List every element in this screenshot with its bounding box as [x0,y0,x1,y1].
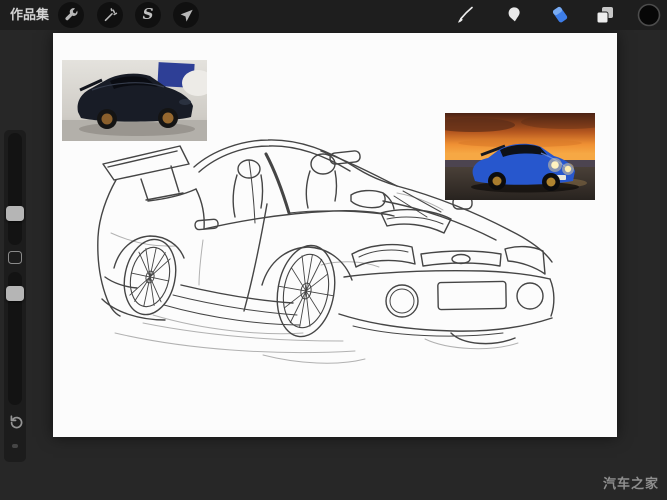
brush-size-slider[interactable] [8,133,22,245]
brush-tool-button[interactable] [453,3,477,27]
color-circle-icon [637,3,661,27]
eraser-tool-button[interactable] [548,3,572,27]
actions-button[interactable] [58,2,84,28]
top-toolbar: 作品集 S [0,0,667,30]
drawing-canvas[interactable] [53,33,617,437]
adjustments-button[interactable] [97,2,123,28]
eraser-icon [549,4,571,26]
watermark: 汽车之家 [603,473,659,492]
brush-icon [454,4,476,26]
redo-button[interactable] [12,444,18,448]
brush-size-slider-handle[interactable] [6,206,24,221]
layers-button[interactable] [593,3,617,27]
undo-button[interactable] [7,414,23,430]
modify-button[interactable] [8,251,22,264]
transform-button[interactable] [173,2,199,28]
opacity-slider-handle[interactable] [6,286,24,301]
color-swatch-button[interactable] [637,3,661,27]
smudge-tool-button[interactable] [503,3,527,27]
reference-photo-blue-subaru [445,113,595,200]
wrench-icon [62,6,80,24]
undo-icon [7,414,23,430]
arrow-cursor-icon [178,7,195,24]
smudge-icon [504,4,526,26]
brush-sidebar [4,130,26,462]
magic-wand-icon [101,6,119,24]
layers-icon [594,4,616,26]
selection-s-icon: S [143,7,154,22]
reference-photo-model-car [62,60,207,141]
selection-button[interactable]: S [135,2,161,28]
gallery-button[interactable]: 作品集 [10,0,49,30]
